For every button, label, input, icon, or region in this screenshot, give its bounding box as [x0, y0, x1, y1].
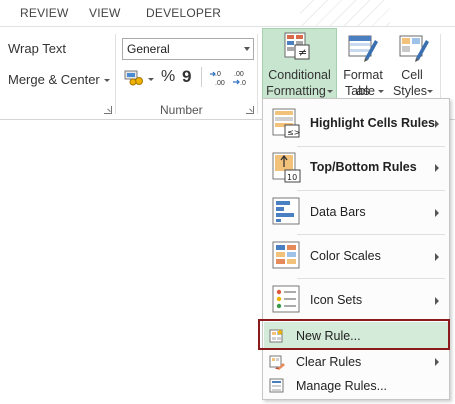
cell-styles-label-1[interactable]: Cell — [398, 67, 426, 83]
accounting-format-icon[interactable] — [124, 70, 146, 86]
new-rule-callout-box — [258, 319, 450, 350]
data-bars-icon — [272, 197, 302, 232]
menu-item-clear-rules[interactable]: Clear Rules — [263, 350, 449, 374]
menu-item-data-bars[interactable]: Data Bars — [263, 191, 449, 233]
menu-item-manage-rules[interactable]: Manage Rules... — [263, 374, 449, 398]
svg-text:.0: .0 — [240, 80, 246, 87]
number-format-select[interactable]: General — [122, 38, 254, 60]
clear-rules-icon — [269, 354, 285, 375]
svg-text:≠: ≠ — [298, 46, 307, 59]
menu-item-label: Manage Rules... — [296, 379, 388, 393]
svg-text:10: 10 — [287, 173, 297, 182]
group-separator — [257, 34, 258, 114]
number-dialog-launcher-icon[interactable] — [246, 106, 254, 114]
tab-review[interactable]: REVIEW — [20, 6, 69, 20]
chevron-down-icon — [427, 90, 433, 93]
percent-style-button[interactable]: % — [161, 68, 175, 86]
format-as-table-label-2[interactable]: Table — [340, 83, 380, 99]
comma-style-button[interactable]: 9 — [182, 67, 191, 87]
decrease-decimal-icon[interactable]: .00 .0 — [232, 68, 252, 88]
chevron-right-icon — [435, 297, 439, 305]
tab-developer[interactable]: DEVELOPER — [146, 6, 221, 20]
conditional-formatting-menu: ≤> Highlight Cells Rules 10 Top/Bottom R… — [262, 98, 450, 400]
button-separator — [201, 67, 202, 87]
color-scales-icon — [272, 241, 302, 276]
format-as-table-icon[interactable] — [347, 32, 379, 64]
svg-text:≤>: ≤> — [287, 128, 300, 137]
conditional-formatting-label-1: Conditional — [268, 68, 331, 82]
menu-item-label: Data Bars — [310, 205, 366, 219]
menu-item-label: Icon Sets — [310, 293, 363, 307]
conditional-formatting-icon: ≠ — [283, 31, 313, 63]
title-bar-pattern — [300, 0, 390, 26]
chevron-right-icon — [435, 358, 439, 366]
merge-center-button[interactable]: Merge & Center — [8, 72, 100, 87]
svg-text:.00: .00 — [215, 80, 225, 87]
chevron-down-icon — [378, 90, 384, 93]
chevron-right-icon — [435, 164, 439, 172]
chevron-right-icon — [435, 209, 439, 217]
merge-dropdown-icon[interactable] — [104, 79, 110, 82]
menu-item-label: Clear Rules — [296, 355, 362, 369]
highlight-cells-icon: ≤> — [272, 108, 302, 143]
svg-text:.00: .00 — [234, 71, 244, 78]
icon-sets-icon — [272, 285, 302, 320]
cell-styles-icon[interactable] — [398, 32, 430, 64]
manage-rules-icon — [269, 378, 285, 399]
menu-item-color-scales[interactable]: Color Scales — [263, 235, 449, 277]
chevron-right-icon — [435, 120, 439, 128]
number-group-label: Number — [160, 103, 203, 117]
svg-text:.0: .0 — [215, 71, 221, 78]
chevron-down-icon — [327, 90, 333, 93]
menu-item-label: Color Scales — [310, 249, 381, 263]
menu-item-label: Top/Bottom Rules — [310, 160, 417, 174]
menu-item-highlight-cells-rules[interactable]: ≤> Highlight Cells Rules — [263, 103, 449, 145]
cell-styles-label-2[interactable]: Styles — [392, 83, 428, 99]
menu-item-top-bottom-rules[interactable]: 10 Top/Bottom Rules — [263, 147, 449, 189]
alignment-dialog-launcher-icon[interactable] — [104, 106, 112, 114]
top-bottom-icon: 10 — [272, 152, 302, 189]
group-separator — [115, 34, 116, 114]
wrap-text-button[interactable]: Wrap Text — [8, 41, 66, 56]
chevron-right-icon — [435, 253, 439, 261]
menu-item-icon-sets[interactable]: Icon Sets — [263, 279, 449, 321]
increase-decimal-icon[interactable]: .0 .00 — [209, 68, 229, 88]
chevron-down-icon — [244, 47, 250, 51]
accounting-dropdown-icon[interactable] — [148, 78, 154, 81]
number-format-value: General — [127, 42, 170, 56]
conditional-formatting-label-2: Formatting — [266, 84, 326, 98]
menu-item-label: Highlight Cells Rules — [310, 116, 436, 130]
tab-view[interactable]: VIEW — [89, 6, 120, 20]
